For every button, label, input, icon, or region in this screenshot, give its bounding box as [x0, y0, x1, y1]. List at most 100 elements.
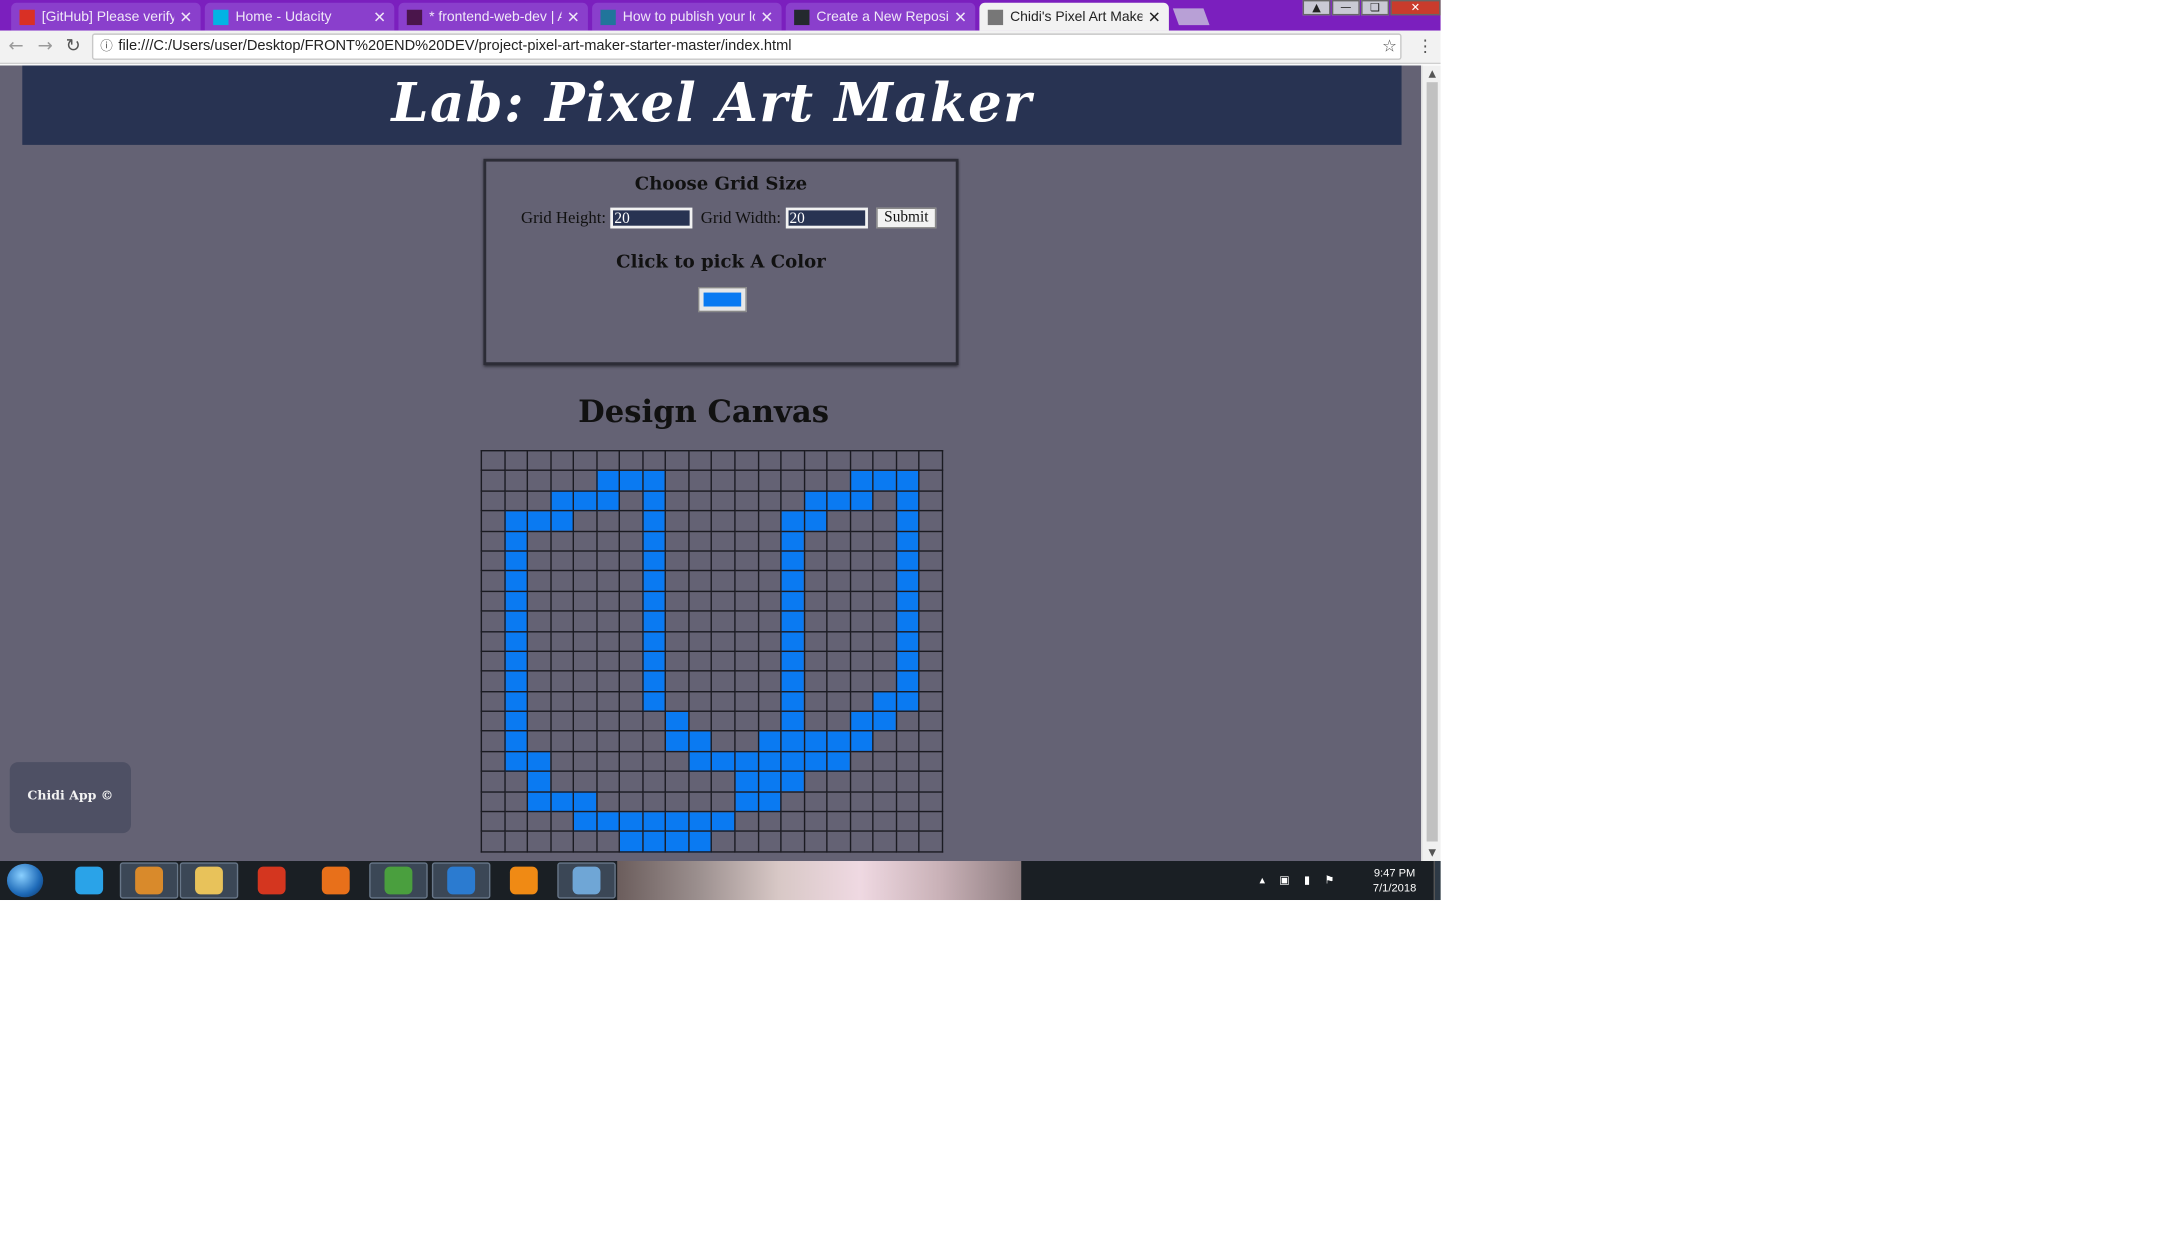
grid-cell[interactable]	[665, 810, 690, 833]
grid-cell[interactable]	[826, 710, 851, 733]
grid-cell[interactable]	[526, 830, 552, 853]
grid-cell[interactable]	[595, 530, 621, 552]
grid-cell[interactable]	[711, 570, 736, 592]
close-tab-icon[interactable]: ✕	[179, 8, 192, 26]
grid-cell[interactable]	[711, 630, 736, 652]
grid-cell[interactable]	[849, 710, 874, 733]
grid-cell[interactable]	[895, 770, 921, 793]
grid-cell[interactable]	[803, 790, 828, 813]
grid-cell[interactable]	[803, 750, 828, 773]
grid-cell[interactable]	[849, 650, 874, 672]
grid-cell[interactable]	[872, 690, 897, 713]
grid-cell[interactable]	[688, 690, 713, 713]
grid-cell[interactable]	[688, 530, 713, 552]
grid-cell[interactable]	[803, 710, 828, 733]
grid-cell[interactable]	[826, 570, 851, 592]
grid-cell[interactable]	[711, 770, 736, 793]
grid-cell[interactable]	[480, 510, 506, 532]
grid-cell[interactable]	[918, 670, 944, 693]
grid-cell[interactable]	[526, 650, 552, 672]
grid-cell[interactable]	[918, 550, 944, 572]
grid-cell[interactable]	[572, 650, 598, 672]
grid-cell[interactable]	[595, 630, 621, 652]
grid-cell[interactable]	[480, 530, 506, 552]
grid-cell[interactable]	[688, 670, 713, 693]
grid-cell[interactable]	[895, 470, 921, 492]
grid-cell[interactable]	[780, 650, 805, 672]
grid-cell[interactable]	[872, 570, 897, 592]
grid-cell[interactable]	[895, 710, 921, 733]
grid-cell[interactable]	[526, 630, 552, 652]
grid-cell[interactable]	[711, 790, 736, 813]
grid-cell[interactable]	[665, 670, 690, 693]
grid-cell[interactable]	[757, 830, 782, 853]
grid-cell[interactable]	[480, 790, 506, 813]
grid-cell[interactable]	[780, 730, 805, 753]
grid-cell[interactable]	[757, 570, 782, 592]
grid-cell[interactable]	[642, 550, 667, 572]
grid-cell[interactable]	[711, 550, 736, 572]
grid-cell[interactable]	[549, 710, 575, 733]
grid-cell[interactable]	[572, 590, 598, 612]
grid-cell[interactable]	[895, 449, 921, 472]
grid-cell[interactable]	[688, 510, 713, 532]
grid-cell[interactable]	[665, 490, 690, 512]
grid-cell[interactable]	[642, 730, 667, 753]
grid-cell[interactable]	[780, 810, 805, 833]
grid-cell[interactable]	[526, 750, 552, 773]
grid-cell[interactable]	[503, 630, 529, 652]
grid-cell[interactable]	[734, 550, 759, 572]
grid-cell[interactable]	[503, 750, 529, 773]
grid-cell[interactable]	[849, 510, 874, 532]
grid-cell[interactable]	[549, 670, 575, 693]
grid-cell[interactable]	[711, 650, 736, 672]
grid-cell[interactable]	[849, 830, 874, 853]
grid-cell[interactable]	[918, 750, 944, 773]
grid-cell[interactable]	[503, 710, 529, 733]
grid-cell[interactable]	[895, 630, 921, 652]
grid-cell[interactable]	[549, 790, 575, 813]
grid-cell[interactable]	[734, 590, 759, 612]
grid-cell[interactable]	[526, 570, 552, 592]
grid-cell[interactable]	[595, 490, 621, 512]
grid-cell[interactable]	[849, 790, 874, 813]
grid-cell[interactable]	[734, 810, 759, 833]
grid-cell[interactable]	[895, 790, 921, 813]
grid-cell[interactable]	[757, 610, 782, 632]
grid-cell[interactable]	[826, 630, 851, 652]
grid-cell[interactable]	[872, 490, 897, 512]
grid-cell[interactable]	[526, 530, 552, 552]
grid-cell[interactable]	[803, 690, 828, 713]
close-tab-icon[interactable]: ✕	[1148, 8, 1161, 26]
grid-cell[interactable]	[895, 570, 921, 592]
grid-cell[interactable]	[595, 570, 621, 592]
restore-button[interactable]: ❏	[1361, 0, 1390, 16]
grid-cell[interactable]	[526, 710, 552, 733]
grid-cell[interactable]	[711, 690, 736, 713]
close-tab-icon[interactable]: ✕	[567, 8, 580, 26]
grid-cell[interactable]	[595, 770, 621, 793]
grid-cell[interactable]	[734, 490, 759, 512]
grid-cell[interactable]	[826, 530, 851, 552]
grid-cell[interactable]	[549, 770, 575, 793]
grid-cell[interactable]	[849, 610, 874, 632]
grid-cell[interactable]	[849, 570, 874, 592]
grid-cell[interactable]	[480, 449, 506, 472]
grid-cell[interactable]	[503, 570, 529, 592]
taskbar-app-button[interactable]	[495, 862, 554, 898]
grid-cell[interactable]	[826, 770, 851, 793]
grid-cell[interactable]	[503, 449, 529, 472]
grid-cell[interactable]	[642, 810, 667, 833]
grid-cell[interactable]	[826, 610, 851, 632]
grid-cell[interactable]	[595, 550, 621, 572]
grid-cell[interactable]	[642, 449, 667, 472]
grid-cell[interactable]	[526, 810, 552, 833]
grid-cell[interactable]	[734, 650, 759, 672]
grid-cell[interactable]	[503, 770, 529, 793]
grid-cell[interactable]	[872, 830, 897, 853]
grid-cell[interactable]	[595, 610, 621, 632]
grid-cell[interactable]	[826, 690, 851, 713]
grid-cell[interactable]	[642, 790, 667, 813]
grid-cell[interactable]	[826, 810, 851, 833]
grid-cell[interactable]	[503, 730, 529, 753]
